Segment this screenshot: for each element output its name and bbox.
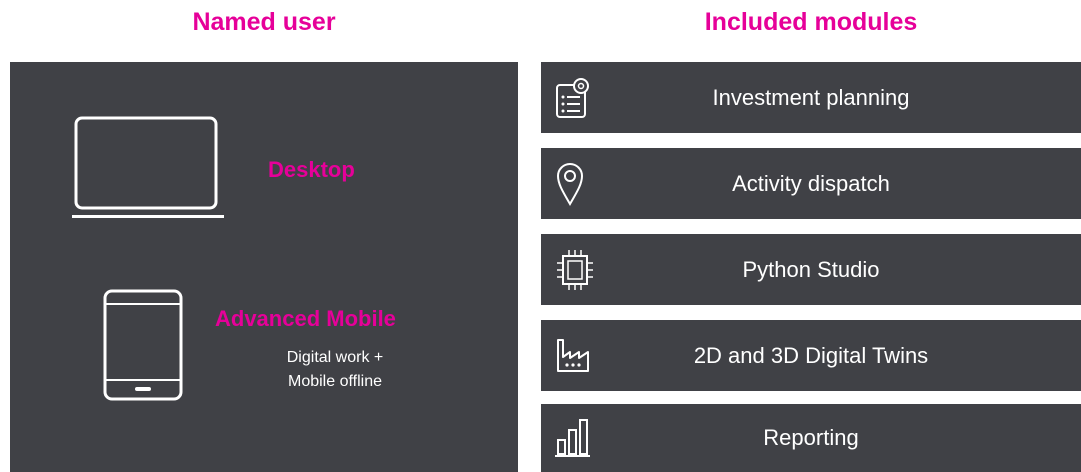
laptop-icon	[72, 116, 224, 218]
module-label: Investment planning	[712, 84, 910, 110]
module-row-investment-planning: Investment planning	[541, 62, 1081, 133]
module-label: 2D and 3D Digital Twins	[693, 342, 929, 368]
included-modules-heading: Included modules	[704, 8, 918, 36]
module-label: Python Studio	[742, 256, 880, 282]
module-row-activity-dispatch: Activity dispatch	[541, 148, 1081, 219]
advanced-mobile-description: Digital work + Mobile offline	[225, 346, 445, 394]
module-row-python-studio: Python Studio	[541, 234, 1081, 305]
advanced-mobile-line-1: Digital work +	[286, 349, 384, 366]
tablet-icon	[103, 289, 183, 401]
module-label: Activity dispatch	[732, 170, 890, 196]
module-label: Reporting	[763, 425, 859, 450]
module-row-reporting: Reporting	[541, 404, 1081, 472]
module-row-digital-twins: 2D and 3D Digital Twins	[541, 320, 1081, 391]
named-user-panel: Desktop Advanced Mobile Digital work + M…	[10, 62, 518, 472]
advanced-mobile-label: Advanced Mobile	[215, 306, 396, 331]
advanced-mobile-line-2: Mobile offline	[288, 373, 382, 390]
desktop-label: Desktop	[268, 157, 355, 182]
named-user-heading: Named user	[192, 8, 336, 36]
